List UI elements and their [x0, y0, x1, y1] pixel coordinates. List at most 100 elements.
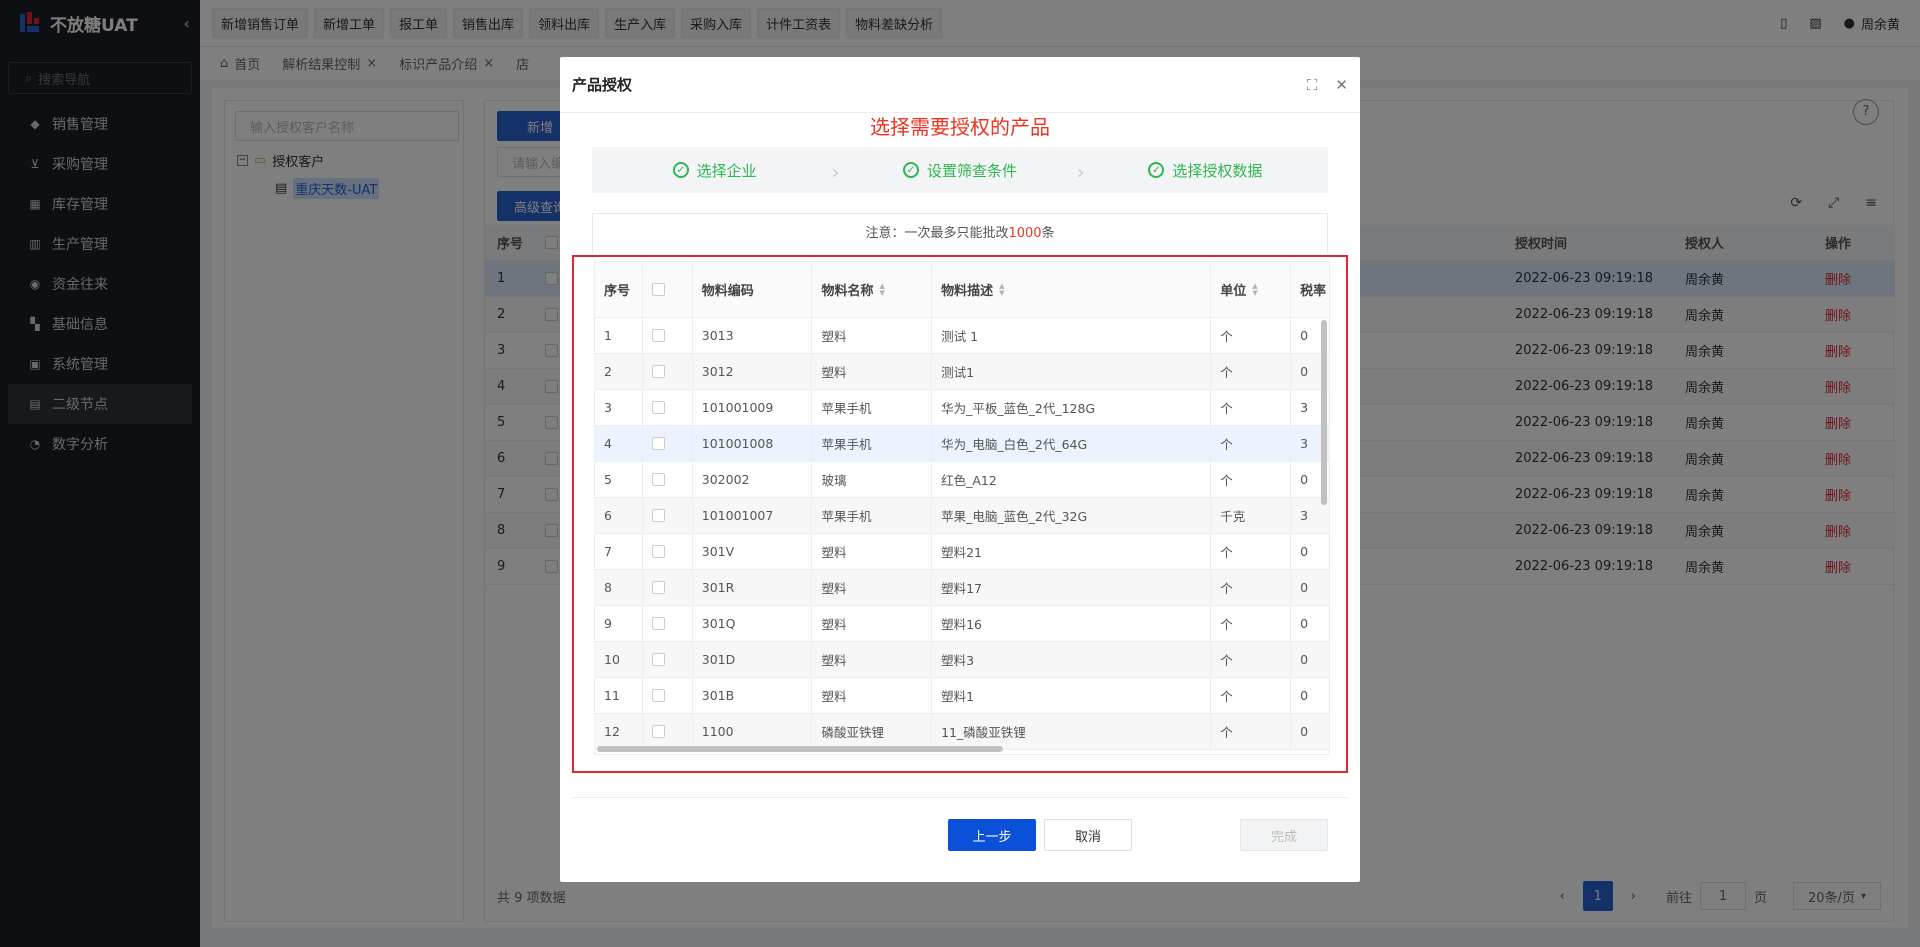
row-checkbox[interactable] — [651, 329, 665, 342]
product-row[interactable]: 10 301D 塑料 塑料3 个 0 — [595, 642, 1329, 678]
product-row[interactable]: 6 101001007 苹果手机 苹果_电脑_蓝色_2代_32G 千克 3 — [595, 498, 1329, 534]
row-checkbox-cell[interactable] — [643, 498, 693, 533]
row-checkbox-cell[interactable] — [643, 354, 693, 389]
modal-header: 产品授权 ⛶ ✕ — [560, 57, 1360, 113]
col-code: 物料编码 — [693, 262, 813, 317]
sort-icon[interactable]: ▲ ▼ — [879, 282, 884, 297]
row-name: 塑料 — [812, 678, 933, 713]
col-tax: 税率 — [1300, 284, 1327, 299]
col-select-all[interactable] — [643, 262, 693, 317]
row-unit: 个 — [1211, 462, 1292, 497]
col-index: 序号 — [595, 262, 643, 317]
step-label: 设置筛查条件 — [926, 161, 1017, 180]
row-checkbox[interactable] — [651, 401, 665, 414]
row-checkbox-cell[interactable] — [643, 714, 693, 749]
row-code: 301D — [693, 642, 813, 677]
row-desc: 测试 1 — [932, 318, 1212, 353]
annotation-text: 选择需要授权的产品 — [870, 115, 1050, 139]
row-name: 塑料 — [812, 606, 933, 641]
product-row[interactable]: 7 301V 塑料 塑料21 个 0 — [595, 534, 1329, 570]
row-checkbox[interactable] — [651, 509, 665, 522]
row-checkbox-cell[interactable] — [643, 534, 693, 569]
row-checkbox-cell[interactable] — [643, 606, 693, 641]
product-row[interactable]: 4 101001008 苹果手机 华为_电脑_白色_2代_64G 个 3 — [595, 426, 1329, 462]
check-circle-icon: ✓ — [1148, 162, 1165, 178]
row-unit: 个 — [1211, 354, 1292, 389]
row-checkbox[interactable] — [651, 545, 665, 558]
horizontal-scrollbar[interactable] — [597, 746, 1003, 752]
row-desc: 塑料3 — [932, 642, 1212, 677]
prev-step-button[interactable]: 上一步 — [948, 819, 1036, 851]
col-name[interactable]: 物料名称 ▲ ▼ — [812, 262, 933, 317]
row-checkbox[interactable] — [651, 437, 665, 450]
step-1[interactable]: ✓ 选择企业 › — [592, 160, 839, 184]
row-checkbox[interactable] — [651, 581, 665, 594]
sort-icon[interactable]: ▲ ▼ — [999, 282, 1004, 297]
maximize-icon[interactable]: ⛶ — [1307, 76, 1318, 94]
cancel-button[interactable]: 取消 — [1044, 819, 1132, 851]
row-name: 玻璃 — [812, 462, 933, 497]
select-all-checkbox[interactable] — [651, 283, 665, 296]
row-index: 10 — [595, 642, 643, 677]
row-desc: 塑料17 — [932, 570, 1212, 605]
notice-number: 1000 — [1008, 226, 1042, 241]
product-row[interactable]: 8 301R 塑料 塑料17 个 0 — [595, 570, 1329, 606]
row-checkbox-cell[interactable] — [643, 570, 693, 605]
row-tax: 0 — [1300, 580, 1309, 595]
row-checkbox-cell[interactable] — [643, 426, 693, 461]
product-row[interactable]: 5 302002 玻璃 红色_A12 个 0 — [595, 462, 1329, 498]
product-row[interactable]: 11 301B 塑料 塑料1 个 0 — [595, 678, 1329, 714]
col-unit-label: 单位 — [1220, 284, 1247, 299]
notice-suffix: 条 — [1041, 226, 1055, 241]
row-checkbox-cell[interactable] — [643, 462, 693, 497]
row-checkbox[interactable] — [651, 617, 665, 630]
product-authorization-modal: 产品授权 ⛶ ✕ 选择需要授权的产品 ✓ 选择企业 › ✓ 设置筛查条件 › ✓ 选择授权数据… — [560, 57, 1360, 882]
row-desc: 塑料21 — [932, 534, 1212, 569]
row-checkbox-cell[interactable] — [643, 390, 693, 425]
row-code: 101001009 — [693, 390, 813, 425]
product-table-body: 1 3013 塑料 测试 1 个 0 2 3012 塑料 测试1 个 0 3 101001009 苹果手机华… — [595, 318, 1329, 750]
row-checkbox[interactable] — [651, 653, 665, 666]
row-unit: 个 — [1211, 426, 1292, 461]
row-unit: 个 — [1211, 318, 1292, 353]
row-index: 7 — [595, 534, 643, 569]
row-unit: 千克 — [1211, 498, 1292, 533]
row-index: 1 — [595, 318, 643, 353]
row-index: 2 — [595, 354, 643, 389]
sort-icon[interactable]: ▲ ▼ — [1252, 282, 1257, 297]
step-2[interactable]: ✓ 设置筛查条件 › — [837, 160, 1085, 184]
row-checkbox[interactable] — [651, 365, 665, 378]
row-code: 3013 — [693, 318, 813, 353]
row-unit: 个 — [1211, 534, 1292, 569]
step-label: 选择企业 — [696, 161, 757, 180]
row-unit: 个 — [1211, 606, 1292, 641]
row-checkbox-cell[interactable] — [643, 678, 693, 713]
vertical-scrollbar[interactable] — [1321, 320, 1327, 505]
product-row[interactable]: 12 1100 磷酸亚铁锂 11_磷酸亚铁锂个 0 — [595, 714, 1329, 750]
row-tax: 0 — [1300, 724, 1309, 739]
col-unit[interactable]: 单位 ▲ ▼ — [1211, 262, 1292, 317]
product-row[interactable]: 1 3013 塑料 测试 1个0 — [595, 318, 1329, 354]
col-desc[interactable]: 物料描述 ▲ ▼ — [932, 262, 1212, 317]
step-3[interactable]: ✓ 选择授权数据 — [1083, 160, 1328, 181]
row-name: 苹果手机 — [812, 498, 933, 533]
product-row[interactable]: 9 301Q 塑料 塑料16 个 0 — [595, 606, 1329, 642]
row-checkbox[interactable] — [651, 689, 665, 702]
row-desc: 华为_平板_蓝色_2代_128G — [932, 390, 1212, 425]
row-checkbox[interactable] — [651, 725, 665, 738]
row-index: 3 — [595, 390, 643, 425]
close-icon[interactable]: ✕ — [1335, 76, 1348, 94]
row-checkbox-cell[interactable] — [643, 642, 693, 677]
row-checkbox[interactable] — [651, 473, 665, 486]
row-name: 塑料 — [812, 534, 933, 569]
row-unit: 个 — [1211, 570, 1292, 605]
row-unit: 个 — [1211, 390, 1292, 425]
steps-bar: ✓ 选择企业 › ✓ 设置筛查条件 › ✓ 选择授权数据 — [592, 147, 1328, 193]
finish-button[interactable]: 完成 — [1240, 819, 1328, 851]
row-name: 塑料 — [812, 354, 933, 389]
row-checkbox-cell[interactable] — [643, 318, 693, 353]
row-code: 301V — [693, 534, 813, 569]
product-row[interactable]: 2 3012 塑料 测试1 个 0 — [595, 354, 1329, 390]
product-row[interactable]: 3 101001009 苹果手机 华为_平板_蓝色_2代_128G 个 3 — [595, 390, 1329, 426]
row-name: 苹果手机 — [812, 390, 933, 425]
